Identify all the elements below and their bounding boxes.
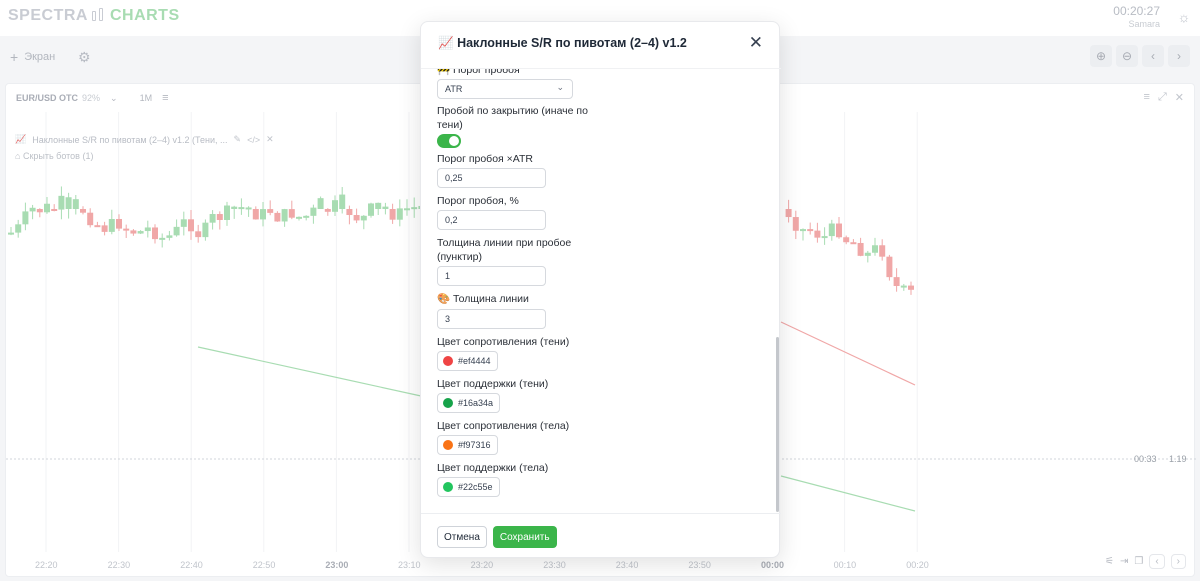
breakout-threshold-label: 🚧 Порог пробоя bbox=[437, 68, 520, 76]
cancel-button[interactable]: Отмена bbox=[437, 526, 487, 548]
color-swatch bbox=[443, 356, 453, 366]
color-swatch bbox=[443, 440, 453, 450]
res-wick-label: Цвет сопротивления (тени) bbox=[437, 336, 570, 348]
res-body-label: Цвет сопротивления (тела) bbox=[437, 420, 570, 432]
chevron-down-icon: ⌄ bbox=[556, 82, 564, 92]
toggle-knob bbox=[449, 136, 459, 146]
res-body-color-picker[interactable]: #f97316 bbox=[437, 435, 498, 455]
pct-threshold-input[interactable]: 0,2 bbox=[437, 210, 546, 230]
close-breakout-label: Пробой по закрытию (иначе по тени) bbox=[437, 104, 588, 132]
sup-wick-label: Цвет поддержки (тени) bbox=[437, 378, 549, 390]
close-breakout-toggle[interactable] bbox=[437, 134, 461, 148]
sup-wick-color-picker[interactable]: #16a34a bbox=[437, 393, 501, 413]
color-hex: #16a34a bbox=[458, 398, 494, 408]
res-wick-color-picker[interactable]: #ef4444 bbox=[437, 351, 498, 371]
atr-threshold-input[interactable]: 0,25 bbox=[437, 168, 546, 188]
break-width-label-line1: Толщина линии при пробое bbox=[437, 237, 572, 249]
modal-title: 📈 Наклонные S/R по пивотам (2–4) v1.2 bbox=[438, 36, 687, 51]
color-swatch bbox=[443, 398, 453, 408]
close-breakout-label-line1: Пробой по закрытию (иначе по bbox=[437, 105, 588, 117]
sup-body-label: Цвет поддержки (тела) bbox=[437, 462, 549, 474]
breakout-threshold-value: ATR bbox=[445, 84, 463, 94]
break-width-label: Толщина линии при пробое (пунктир) bbox=[437, 236, 571, 264]
modal-body[interactable]: 🚧 Порог пробоя ATR ⌄ Пробой по закрытию … bbox=[421, 68, 781, 514]
breakout-threshold-select[interactable]: ATR ⌄ bbox=[437, 79, 573, 99]
color-hex: #22c55e bbox=[458, 482, 493, 492]
break-width-input[interactable]: 1 bbox=[437, 266, 546, 286]
modal-title-text: Наклонные S/R по пивотам (2–4) v1.2 bbox=[457, 36, 687, 50]
save-button[interactable]: Сохранить bbox=[492, 526, 557, 548]
color-swatch bbox=[443, 482, 453, 492]
pct-threshold-label: Порог пробоя, % bbox=[437, 195, 519, 207]
close-icon[interactable]: ✕ bbox=[749, 34, 763, 51]
close-breakout-label-line2: тени) bbox=[437, 119, 463, 131]
atr-threshold-label: Порог пробоя ×ATR bbox=[437, 153, 533, 165]
color-hex: #ef4444 bbox=[458, 356, 491, 366]
line-width-input[interactable]: 3 bbox=[437, 309, 546, 329]
line-width-label: 🎨 Толщина линии bbox=[437, 293, 529, 305]
chart-emoji-icon: 📈 bbox=[438, 36, 454, 50]
sup-body-color-picker[interactable]: #22c55e bbox=[437, 477, 500, 497]
color-hex: #f97316 bbox=[458, 440, 491, 450]
indicator-settings-modal: 📈 Наклонные S/R по пивотам (2–4) v1.2 ✕ … bbox=[420, 21, 781, 558]
break-width-label-line2: (пунктир) bbox=[437, 251, 482, 263]
modal-footer: Отмена Сохранить bbox=[437, 526, 557, 548]
modal-scrollbar[interactable] bbox=[776, 337, 779, 512]
